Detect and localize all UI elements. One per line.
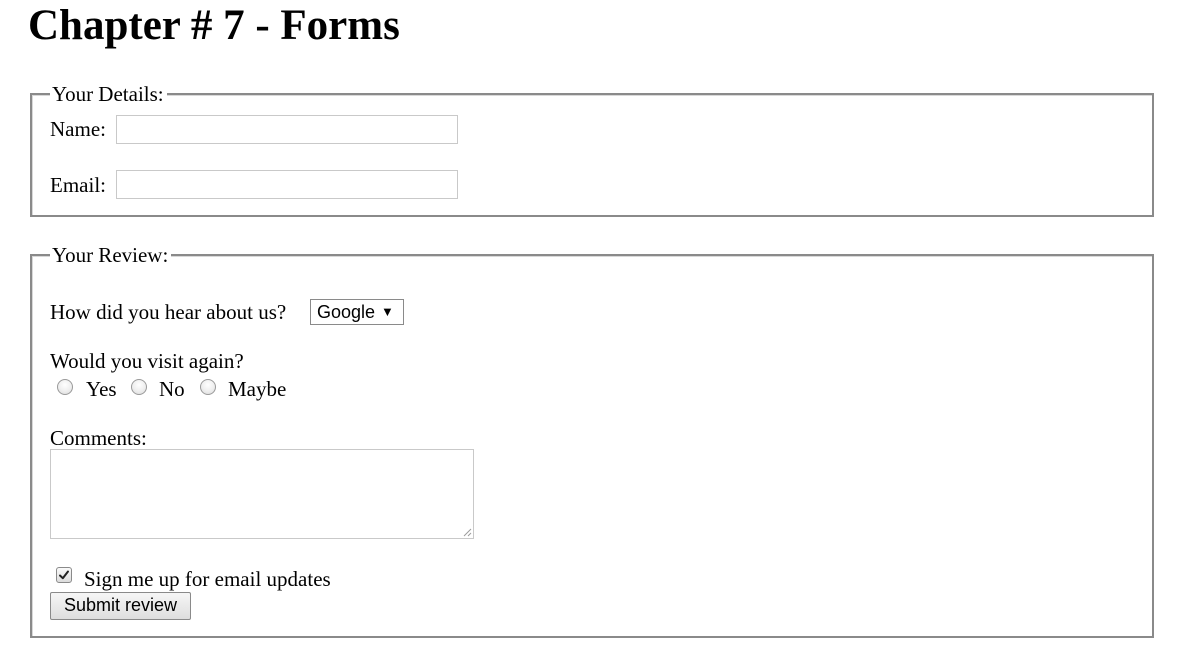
review-legend: Your Review: [50,243,172,267]
hear-about-label: How did you hear about us? [50,300,287,324]
hear-about-select[interactable]: Google ▼ [310,299,404,325]
chevron-down-icon: ▼ [381,304,394,319]
email-updates-label: Sign me up for email updates [84,567,331,591]
email-field[interactable] [116,170,458,199]
radio-maybe-label: Maybe [228,377,287,401]
radio-maybe[interactable] [200,379,216,395]
email-label: Email: [50,173,106,197]
radio-no[interactable] [131,379,147,395]
hear-about-selected-value: Google [317,302,376,322]
details-legend: Your Details: [50,82,167,106]
name-label: Name: [50,117,106,141]
radio-yes[interactable] [57,379,73,395]
email-updates-checkbox[interactable] [56,567,72,583]
comments-label: Comments: [50,426,147,450]
submit-review-button[interactable]: Submit review [50,592,191,620]
name-field[interactable] [116,115,458,144]
radio-yes-label: Yes [86,377,117,401]
comments-textarea[interactable] [50,449,474,539]
radio-no-label: No [159,377,185,401]
resize-grip-icon[interactable] [462,527,472,537]
page-title: Chapter # 7 - Forms [28,2,400,49]
visit-again-label: Would you visit again? [50,349,244,373]
checkmark-icon [59,570,69,580]
